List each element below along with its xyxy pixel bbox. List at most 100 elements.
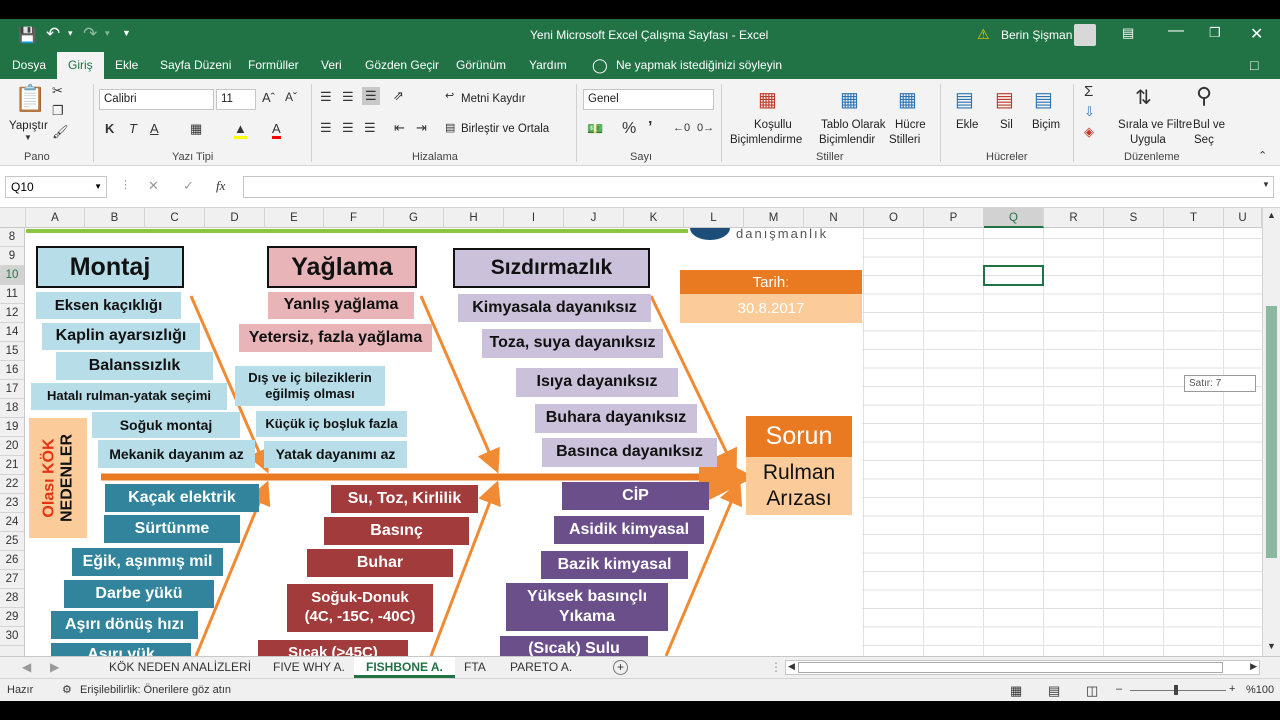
tab-scroll-left-icon[interactable]: ◀ <box>22 657 31 678</box>
copy-icon[interactable]: ❐ <box>52 103 64 119</box>
row-header[interactable]: 11 <box>0 285 24 304</box>
column-header[interactable]: C <box>145 208 205 228</box>
insert-cells-button[interactable]: Ekle <box>956 119 978 131</box>
row-header[interactable]: 26 <box>0 551 24 570</box>
scroll-down-icon[interactable]: ▼ <box>1267 641 1276 651</box>
row-header-selected[interactable]: 10 <box>0 266 24 285</box>
paste-dropdown-icon[interactable]: ▼ <box>24 133 32 142</box>
font-grow-icon[interactable]: Aˆ <box>262 90 275 105</box>
format-cells-icon[interactable]: ▤ <box>1034 87 1053 112</box>
row-header[interactable]: 23 <box>0 494 24 513</box>
row-header[interactable]: 24 <box>0 513 24 532</box>
sheet-tab[interactable]: FTA <box>464 657 486 678</box>
active-cell[interactable] <box>983 265 1044 286</box>
column-header[interactable]: B <box>85 208 145 228</box>
undo-icon[interactable]: ↶ <box>46 24 60 44</box>
tab-page-layout[interactable]: Sayfa Düzeni <box>160 52 231 79</box>
zoom-out-icon[interactable]: – <box>1116 679 1122 700</box>
insert-cells-icon[interactable]: ▤ <box>955 87 974 112</box>
sheet-tab-active[interactable]: FISHBONE A. <box>354 657 455 678</box>
sheet-tab[interactable]: FIVE WHY A. <box>273 657 345 678</box>
row-header[interactable]: 29 <box>0 608 24 627</box>
column-header[interactable]: D <box>205 208 265 228</box>
vertical-scrollbar[interactable]: ▲ ▼ <box>1262 208 1280 656</box>
font-color-button[interactable]: A <box>272 121 281 139</box>
tab-file[interactable]: Dosya <box>12 52 46 79</box>
column-header[interactable]: T <box>1164 208 1224 228</box>
add-sheet-button[interactable]: + <box>613 660 628 675</box>
undo-dropdown-icon[interactable]: ▾ <box>68 28 73 39</box>
conditional-formatting-label-1[interactable]: Koşullu <box>754 119 792 131</box>
redo-dropdown-icon[interactable]: ▾ <box>105 28 110 39</box>
zoom-level[interactable]: %100 <box>1246 680 1274 701</box>
tab-home[interactable]: Giriş <box>57 52 104 79</box>
column-header[interactable]: I <box>504 208 564 228</box>
percent-button[interactable]: % <box>622 120 636 138</box>
comments-icon[interactable]: □ <box>1250 52 1258 79</box>
fishbone-diagram-image[interactable]: danışmanlık Montaj Yağlama Sızdırmazlık … <box>26 228 862 656</box>
column-header-selected[interactable]: Q <box>984 208 1044 228</box>
bold-button[interactable]: K <box>105 121 114 136</box>
column-header[interactable]: O <box>864 208 924 228</box>
font-shrink-icon[interactable]: Aˇ <box>285 90 297 104</box>
tab-formulas[interactable]: Formüller <box>248 52 299 79</box>
format-cells-button[interactable]: Biçim <box>1032 119 1060 131</box>
collapse-ribbon-icon[interactable]: ⌃ <box>1258 149 1267 162</box>
user-name[interactable]: Berin Şişman <box>1001 28 1072 42</box>
row-header[interactable]: 22 <box>0 475 24 494</box>
format-as-table-label-2[interactable]: Biçimlendir <box>819 134 875 146</box>
save-icon[interactable]: 💾 <box>18 26 37 44</box>
autosum-icon[interactable]: Σ <box>1084 83 1093 100</box>
chevron-down-icon[interactable]: ▼ <box>94 177 102 197</box>
find-select-label-1[interactable]: Bul ve <box>1193 119 1225 131</box>
font-size-select[interactable]: 11 <box>216 89 256 110</box>
column-header[interactable]: H <box>444 208 504 228</box>
scroll-thumb[interactable] <box>1266 306 1277 558</box>
paste-button-label[interactable]: Yapıştır <box>9 120 48 132</box>
column-header[interactable]: P <box>924 208 984 228</box>
page-layout-view-icon[interactable]: ▤ <box>1048 680 1060 701</box>
horizontal-scrollbar[interactable]: ◀ ▶ <box>785 660 1260 675</box>
row-header[interactable]: 27 <box>0 570 24 589</box>
column-header[interactable]: U <box>1224 208 1262 228</box>
column-header[interactable]: N <box>804 208 864 228</box>
align-bottom-icon[interactable]: ☰ <box>362 87 380 105</box>
accessibility-status[interactable]: Erişilebilirlik: Önerilere göz atın <box>80 680 231 701</box>
column-header[interactable]: E <box>265 208 324 228</box>
cancel-icon[interactable]: ✕ <box>148 178 159 194</box>
sort-filter-icon[interactable]: ⇅ <box>1135 85 1152 110</box>
sort-filter-label-1[interactable]: Sırala ve Filtre <box>1118 119 1192 131</box>
avatar[interactable] <box>1074 24 1096 46</box>
cell-styles-label-2[interactable]: Stilleri <box>889 134 920 146</box>
row-header[interactable]: 28 <box>0 589 24 608</box>
expand-formula-icon[interactable]: ▼ <box>1262 180 1270 189</box>
conditional-formatting-icon[interactable]: ▦ <box>758 87 777 112</box>
scroll-up-icon[interactable]: ▲ <box>1267 210 1276 220</box>
number-format-select[interactable]: Genel <box>583 89 714 110</box>
delete-cells-icon[interactable]: ▤ <box>995 87 1014 112</box>
format-as-table-label-1[interactable]: Tablo Olarak <box>821 119 886 131</box>
scroll-left-icon[interactable]: ◀ <box>788 661 795 672</box>
clear-icon[interactable]: ◈ <box>1084 124 1094 140</box>
font-name-select[interactable]: Calibri <box>99 89 214 110</box>
normal-view-icon[interactable]: ▦ <box>1010 680 1022 701</box>
restore-icon[interactable]: ❐ <box>1209 25 1221 41</box>
zoom-slider[interactable] <box>1130 690 1226 691</box>
paste-icon[interactable]: 📋 <box>14 83 46 114</box>
scroll-right-icon[interactable]: ▶ <box>1250 661 1257 672</box>
column-header[interactable]: A <box>26 208 85 228</box>
row-header[interactable]: 18 <box>0 399 24 418</box>
row-header[interactable]: 12 <box>0 304 24 323</box>
wrap-text-icon[interactable]: ↩ <box>445 89 454 102</box>
redo-icon[interactable]: ↷ <box>83 24 97 44</box>
align-middle-icon[interactable]: ☰ <box>342 89 354 105</box>
row-header[interactable]: 25 <box>0 532 24 551</box>
align-right-icon[interactable]: ☰ <box>364 120 376 136</box>
tab-review[interactable]: Gözden Geçir <box>365 52 439 79</box>
merge-center-icon[interactable]: ▤ <box>445 121 455 134</box>
cell-grid[interactable]: Satır: 7 <box>862 228 1262 656</box>
column-header[interactable]: K <box>624 208 684 228</box>
customize-toolbar-icon[interactable]: ▼ <box>122 28 131 38</box>
row-header[interactable]: 14 <box>0 323 24 342</box>
cut-icon[interactable]: ✂ <box>52 83 63 99</box>
